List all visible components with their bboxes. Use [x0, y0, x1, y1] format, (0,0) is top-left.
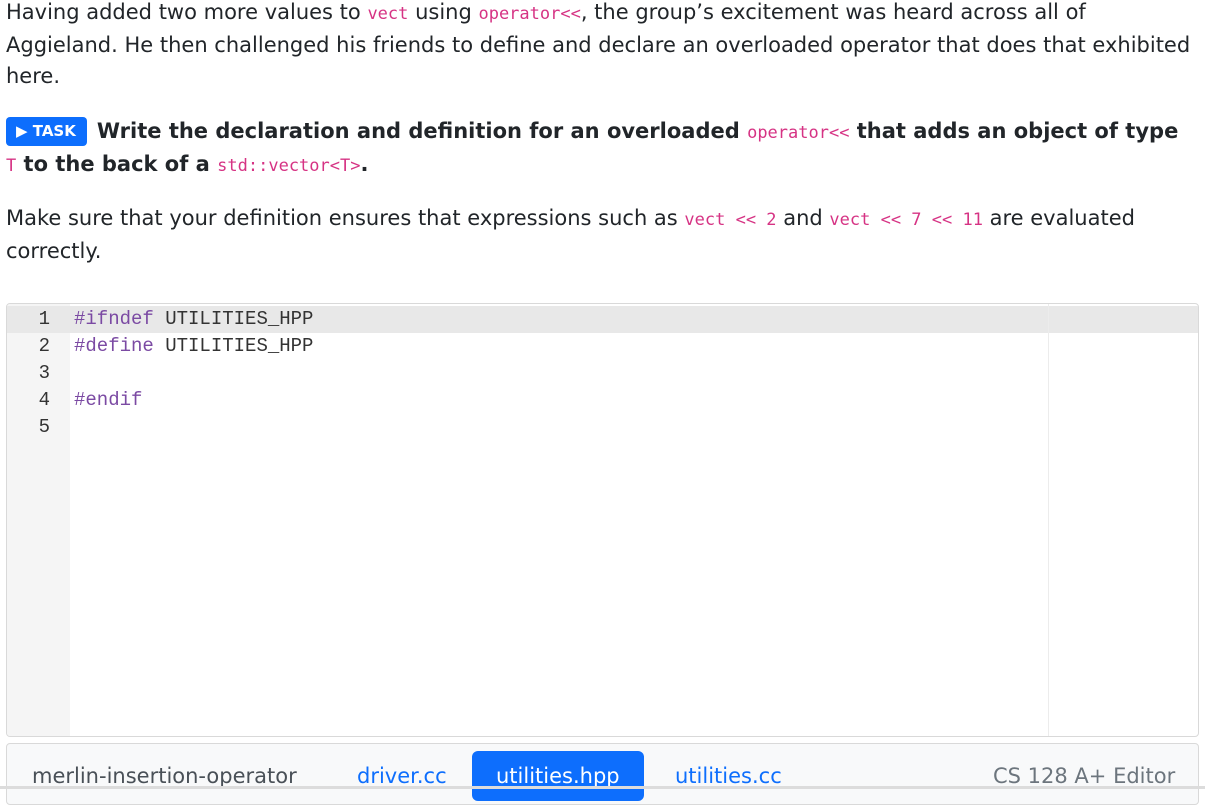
note-text: and: [776, 206, 830, 230]
code-text: UTILITIES_HPP: [153, 335, 314, 357]
intro-text: using: [408, 0, 479, 24]
task-text: that adds an object of type: [849, 119, 1179, 143]
code-editor[interactable]: 1 #ifndef UTILITIES_HPP 2 #define UTILIT…: [6, 303, 1199, 737]
line-number: 5: [38, 416, 50, 438]
code-line[interactable]: 1 #ifndef UTILITIES_HPP: [7, 306, 1198, 333]
code-line[interactable]: 4 #endif: [7, 387, 1198, 414]
code-text: UTILITIES_HPP: [153, 308, 314, 330]
inline-code-expr2: vect << 7 << 11: [829, 210, 983, 230]
tab-utilities-cc[interactable]: utilities.cc: [675, 764, 782, 788]
inline-code-operator: operator<<: [747, 123, 850, 143]
code-line[interactable]: 3: [7, 360, 1198, 387]
inline-code-std-vector: std::vector<T>: [217, 156, 361, 176]
task-paragraph: ▶ TASK Write the declaration and definiti…: [6, 116, 1191, 182]
inline-code-operator: operator<<: [478, 4, 581, 24]
line-number: 1: [38, 308, 50, 330]
note-text: Make sure that your definition ensures t…: [6, 206, 685, 230]
tab-utilities-hpp[interactable]: utilities.hpp: [472, 751, 644, 801]
tab-project[interactable]: merlin-insertion-operator: [32, 764, 297, 788]
preprocessor-directive: #endif: [74, 389, 143, 411]
task-text: to the back of a: [16, 152, 218, 176]
note-paragraph: Make sure that your definition ensures t…: [6, 203, 1191, 267]
task-badge: ▶ TASK: [6, 117, 87, 146]
intro-paragraph: Having added two more values to vect usi…: [6, 0, 1191, 92]
task-text: Write the declaration and definition for…: [96, 119, 748, 143]
tab-driver-cc[interactable]: driver.cc: [357, 764, 447, 788]
line-number: 4: [38, 389, 50, 411]
task-text: .: [360, 152, 369, 176]
inline-code-type-t: T: [6, 156, 17, 176]
intro-text: Having added two more values to: [6, 0, 368, 24]
inline-code-expr1: vect << 2: [684, 210, 777, 230]
preprocessor-directive: #define: [74, 335, 154, 357]
file-tab-bar: merlin-insertion-operator driver.cc util…: [6, 743, 1199, 805]
preprocessor-directive: #ifndef: [74, 308, 154, 330]
inline-code-vect: vect: [367, 4, 409, 24]
code-line[interactable]: 5: [7, 414, 1198, 441]
code-line[interactable]: 2 #define UTILITIES_HPP: [7, 333, 1198, 360]
line-number: 2: [38, 335, 50, 357]
line-number: 3: [38, 362, 50, 384]
editor-brand: CS 128 A+ Editor: [993, 764, 1176, 788]
